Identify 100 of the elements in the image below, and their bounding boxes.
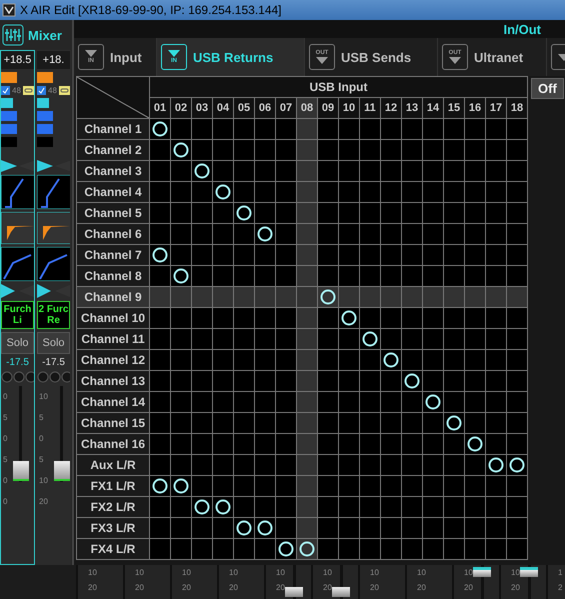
grid-cell[interactable] xyxy=(360,496,380,518)
grid-cell[interactable] xyxy=(506,328,528,350)
grid-cell[interactable] xyxy=(296,434,318,454)
grid-cell[interactable] xyxy=(254,370,276,392)
grid-cell[interactable] xyxy=(212,286,234,308)
grid-cell[interactable] xyxy=(402,244,422,266)
grid-cell[interactable] xyxy=(422,286,444,308)
grid-cell[interactable] xyxy=(506,244,528,266)
grid-cell[interactable] xyxy=(234,244,254,266)
grid-cell[interactable] xyxy=(444,454,464,476)
grid-cell[interactable] xyxy=(444,518,464,538)
grid-cell[interactable] xyxy=(318,538,338,560)
grid-cell[interactable] xyxy=(506,454,528,476)
grid-cell[interactable] xyxy=(380,434,402,454)
grid-cell[interactable] xyxy=(380,454,402,476)
grid-cell[interactable] xyxy=(192,538,212,560)
grid-cell[interactable] xyxy=(150,202,170,224)
grid-cell[interactable] xyxy=(444,476,464,496)
grid-cell[interactable] xyxy=(402,496,422,518)
grid-cell[interactable] xyxy=(192,160,212,182)
grid-cell[interactable] xyxy=(506,476,528,496)
grid-cell[interactable] xyxy=(360,182,380,202)
grid-cell[interactable] xyxy=(444,140,464,160)
grid-cell[interactable] xyxy=(444,350,464,370)
grid-cell[interactable] xyxy=(192,476,212,496)
grid-cell[interactable] xyxy=(212,118,234,140)
grid-cell[interactable] xyxy=(170,202,192,224)
grid-cell[interactable] xyxy=(150,118,170,140)
grid-cell[interactable] xyxy=(296,392,318,412)
grid-cell[interactable] xyxy=(338,538,360,560)
grid-cell[interactable] xyxy=(360,244,380,266)
grid-cell[interactable] xyxy=(402,286,422,308)
fader-handle[interactable] xyxy=(472,566,491,577)
mixer-title[interactable]: Mixer xyxy=(28,28,62,42)
grid-cell[interactable] xyxy=(150,160,170,182)
grid-cell[interactable] xyxy=(422,140,444,160)
gain-value[interactable]: +18.5 xyxy=(1,51,34,69)
grid-cell[interactable] xyxy=(422,370,444,392)
grid-cell[interactable] xyxy=(464,392,486,412)
grid-cell[interactable] xyxy=(402,392,422,412)
grid-cell[interactable] xyxy=(234,160,254,182)
grid-cell[interactable] xyxy=(192,412,212,434)
grid-cell[interactable] xyxy=(402,538,422,560)
grid-cell[interactable] xyxy=(506,308,528,328)
grid-cell[interactable] xyxy=(234,434,254,454)
grid-cell[interactable] xyxy=(318,308,338,328)
grid-cell[interactable] xyxy=(296,286,318,308)
grid-cell[interactable] xyxy=(380,392,402,412)
grid-cell[interactable] xyxy=(380,224,402,244)
grid-cell[interactable] xyxy=(212,434,234,454)
grid-cell[interactable] xyxy=(444,160,464,182)
grid-cell[interactable] xyxy=(192,224,212,244)
grid-cell[interactable] xyxy=(212,412,234,434)
fader-handle[interactable] xyxy=(520,566,538,577)
grid-cell[interactable] xyxy=(192,518,212,538)
grid-cell[interactable] xyxy=(212,538,234,560)
grid-cell[interactable] xyxy=(318,454,338,476)
grid-cell[interactable] xyxy=(170,160,192,182)
grid-cell[interactable] xyxy=(422,224,444,244)
grid-cell[interactable] xyxy=(170,286,192,308)
grid-cell[interactable] xyxy=(486,118,506,140)
grid-cell[interactable] xyxy=(276,538,296,560)
grid-cell[interactable] xyxy=(192,434,212,454)
grid-cell[interactable] xyxy=(150,140,170,160)
grid-cell[interactable] xyxy=(150,538,170,560)
grid-cell[interactable] xyxy=(444,244,464,266)
grid-cell[interactable] xyxy=(360,202,380,224)
grid-cell[interactable] xyxy=(506,140,528,160)
grid-cell[interactable] xyxy=(192,496,212,518)
grid-cell[interactable] xyxy=(338,182,360,202)
grid-cell[interactable] xyxy=(380,182,402,202)
grid-cell[interactable] xyxy=(254,476,276,496)
grid-cell[interactable] xyxy=(444,538,464,560)
grid-cell[interactable] xyxy=(360,518,380,538)
grid-cell[interactable] xyxy=(192,118,212,140)
grid-cell[interactable] xyxy=(296,538,318,560)
grid-cell[interactable] xyxy=(150,328,170,350)
grid-cell[interactable] xyxy=(150,476,170,496)
grid-cell[interactable] xyxy=(380,244,402,266)
grid-cell[interactable] xyxy=(464,160,486,182)
grid-cell[interactable] xyxy=(338,244,360,266)
grid-cell[interactable] xyxy=(486,182,506,202)
grid-cell[interactable] xyxy=(254,328,276,350)
grid-cell[interactable] xyxy=(338,202,360,224)
grid-cell[interactable] xyxy=(212,476,234,496)
grid-cell[interactable] xyxy=(422,392,444,412)
channel-name[interactable]: Furch Li xyxy=(1,301,34,329)
fader-handle[interactable] xyxy=(54,461,70,482)
grid-cell[interactable] xyxy=(464,350,486,370)
grid-cell[interactable] xyxy=(150,286,170,308)
grid-cell[interactable] xyxy=(380,202,402,224)
grid-cell[interactable] xyxy=(254,518,276,538)
grid-cell[interactable] xyxy=(212,224,234,244)
grid-cell[interactable] xyxy=(360,538,380,560)
grid-cell[interactable] xyxy=(254,118,276,140)
grid-cell[interactable] xyxy=(338,160,360,182)
grid-cell[interactable] xyxy=(254,160,276,182)
grid-cell[interactable] xyxy=(234,308,254,328)
grid-cell[interactable] xyxy=(150,350,170,370)
grid-cell[interactable] xyxy=(338,328,360,350)
